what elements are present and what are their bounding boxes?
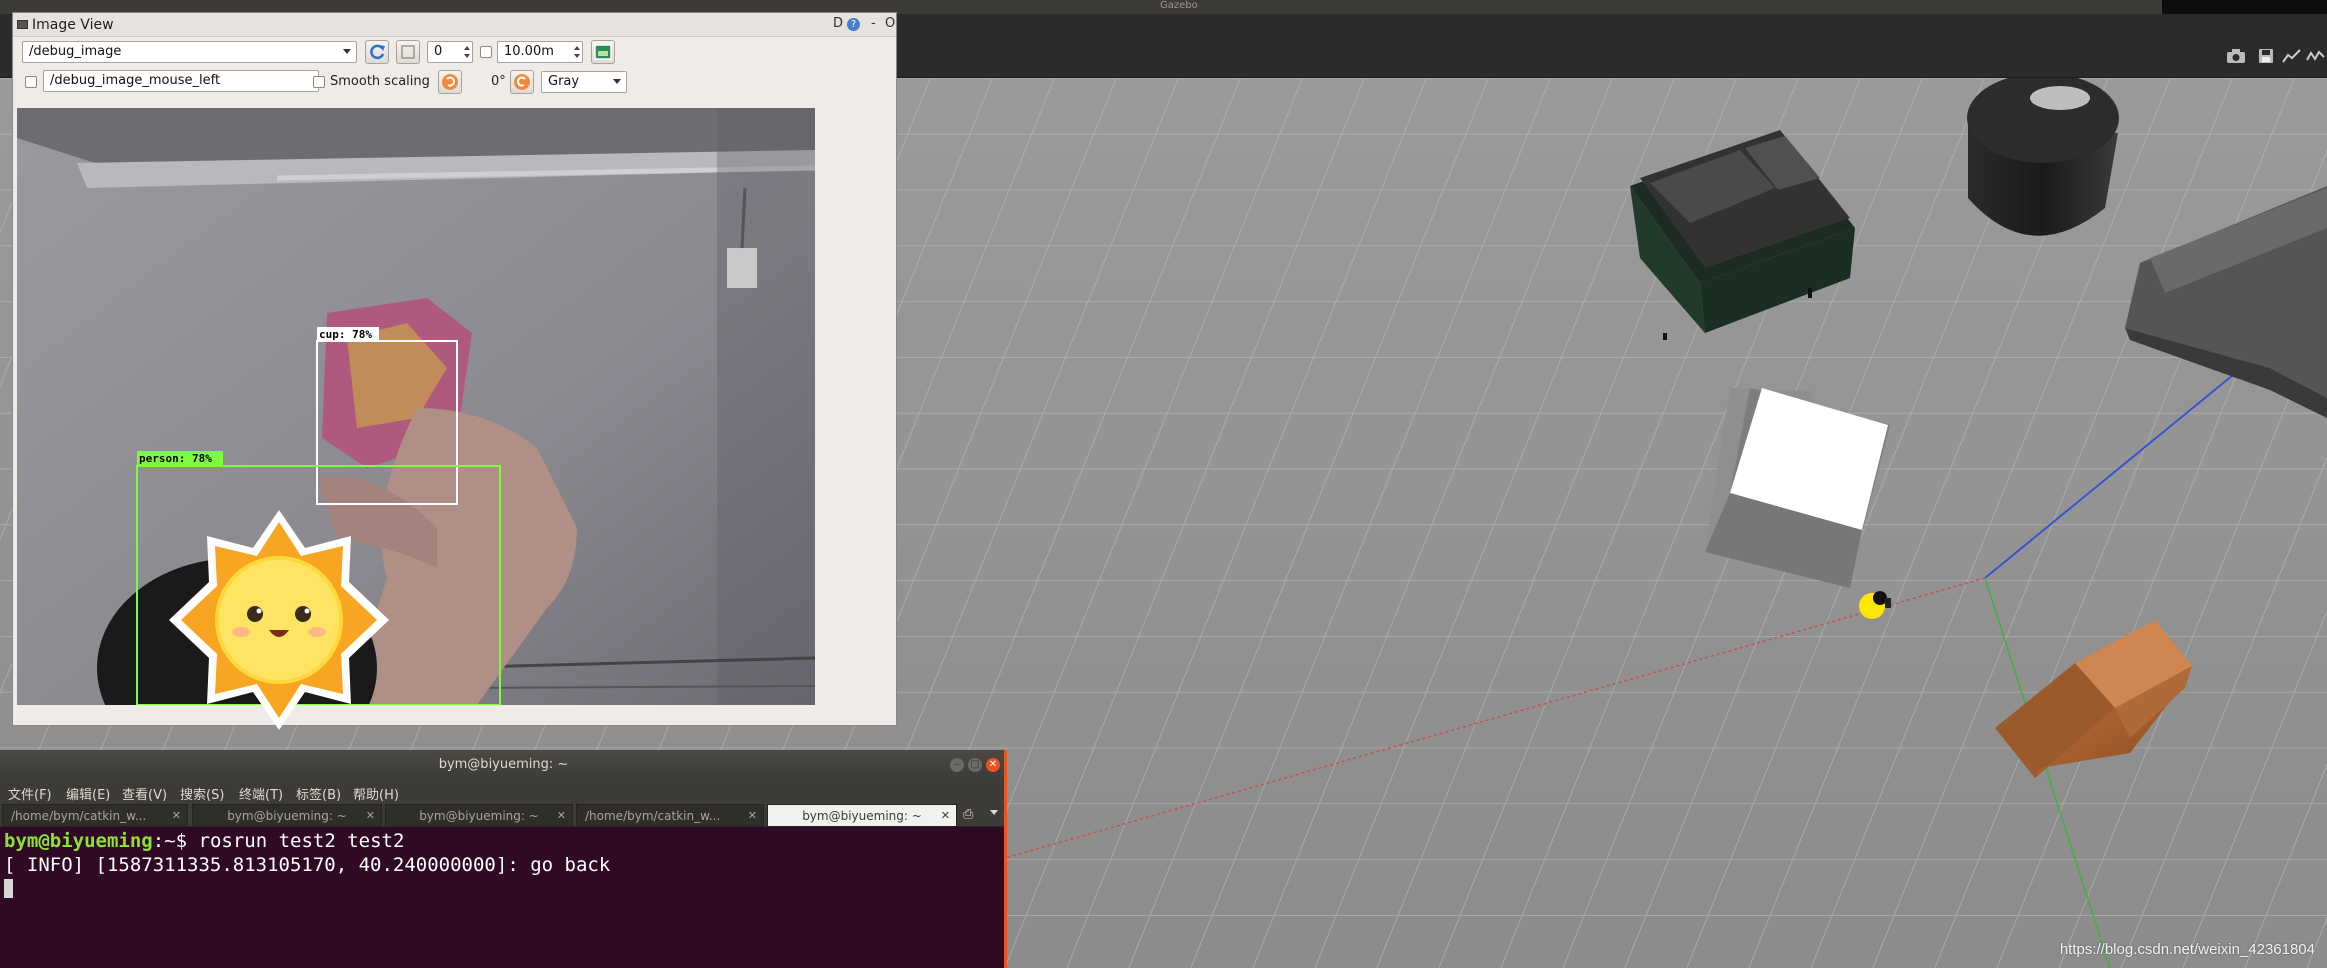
- distance-checkbox[interactable]: [480, 46, 492, 58]
- distance-spinbox[interactable]: 10.00m: [497, 41, 583, 63]
- rotate-right-icon: [514, 74, 530, 90]
- color-scheme-value: Gray: [548, 74, 580, 89]
- menu-search[interactable]: 搜索(S): [180, 784, 224, 803]
- new-tab-icon[interactable]: ⎙: [963, 807, 973, 822]
- prompt-symbol: $: [175, 830, 199, 852]
- minimize-button[interactable]: -: [871, 16, 876, 31]
- terminal-line-output: [ INFO] [1587311335.813105170, 40.240000…: [4, 854, 611, 876]
- detection-label-cup: cup: 78%: [319, 328, 372, 341]
- menu-file[interactable]: 文件(F): [8, 784, 52, 803]
- sun-sticker-icon: [169, 510, 389, 730]
- terminal-tab[interactable]: bym@biyueming: ~ ✕: [192, 804, 382, 827]
- prompt-path: :~: [152, 830, 176, 852]
- tab-label: bym@biyueming: ~: [227, 809, 347, 823]
- smooth-scaling-checkbox[interactable]: [313, 76, 325, 88]
- rotate-left-button[interactable]: [438, 70, 462, 94]
- save-image-icon: [401, 45, 415, 59]
- terminal-window: bym@biyueming: ~ – □ ✕ 文件(F) 编辑(E) 查看(V)…: [0, 750, 1007, 968]
- number-spinbox[interactable]: 0: [427, 41, 473, 63]
- color-scheme-select[interactable]: Gray: [541, 71, 627, 93]
- mouse-topic-checkbox[interactable]: [25, 76, 37, 88]
- spin-up-icon[interactable]: [464, 46, 470, 50]
- number-spinbox-value: 0: [434, 44, 443, 59]
- help-icon[interactable]: ?: [847, 18, 860, 31]
- plot-icon[interactable]: [2305, 48, 2327, 66]
- image-view-titlebar[interactable]: Image View D ? - O: [13, 13, 896, 37]
- rotate-right-button[interactable]: [510, 70, 534, 94]
- command-text: rosrun test2 test2: [198, 830, 405, 852]
- terminal-tab[interactable]: /home/bym/catkin_w... ✕: [576, 804, 764, 827]
- tab-label: /home/bym/catkin_w...: [11, 809, 147, 823]
- terminal-menubar: 文件(F) 编辑(E) 查看(V) 搜索(S) 终端(T) 标签(B) 帮助(H…: [0, 780, 1007, 803]
- window-icon: [17, 20, 28, 29]
- menu-help[interactable]: 帮助(H): [353, 784, 399, 803]
- terminal-tab-active[interactable]: bym@biyueming: ~ ✕: [767, 804, 957, 827]
- detection-label-person: person: 78%: [139, 452, 212, 465]
- close-icon[interactable]: ✕: [172, 809, 181, 823]
- camera-icon[interactable]: [2225, 48, 2247, 66]
- prompt-user: bym@biyueming: [4, 830, 153, 852]
- chevron-down-icon: [343, 49, 351, 54]
- mouse-topic-value: /debug_image_mouse_left: [50, 73, 221, 88]
- terminal-titlebar[interactable]: bym@biyueming: ~ – □ ✕: [0, 750, 1007, 780]
- color-palette-button[interactable]: [591, 40, 615, 64]
- close-icon[interactable]: ✕: [366, 809, 375, 823]
- terminal-output[interactable]: bym@biyueming:~$ rosrun test2 test2 [ IN…: [0, 827, 1007, 968]
- watermark-url: https://blog.csdn.net/weixin_42361804: [2059, 941, 2315, 958]
- terminal-tabbar: /home/bym/catkin_w... ✕ bym@biyueming: ~ ✕…: [0, 802, 1007, 827]
- close-icon[interactable]: ✕: [557, 809, 566, 823]
- gazebo-window-title: Gazebo: [1160, 0, 1198, 11]
- camera-frame: cup: 78% person: 78%: [17, 108, 815, 705]
- terminal-title: bym@biyueming: ~: [438, 757, 569, 772]
- tab-label: bym@biyueming: ~: [802, 809, 922, 823]
- topic-select[interactable]: /debug_image: [22, 41, 357, 63]
- topic-select-value: /debug_image: [29, 44, 122, 59]
- close-icon[interactable]: ✕: [986, 758, 1000, 772]
- minimize-icon[interactable]: –: [950, 758, 964, 772]
- maximize-icon[interactable]: □: [968, 758, 982, 772]
- image-icon: [594, 44, 612, 60]
- menu-terminal[interactable]: 终端(T): [239, 784, 283, 803]
- rotation-label: 0°: [491, 74, 506, 89]
- terminal-line-cursor: [4, 877, 1003, 901]
- desktop: Gazebo https://blog.csdn.net/weixin_4236…: [0, 0, 2327, 968]
- window-title: Image View: [32, 17, 114, 33]
- tab-menu-chevron-icon[interactable]: [990, 810, 998, 815]
- distance-value: 10.00m: [504, 44, 554, 59]
- terminal-tab[interactable]: bym@biyueming: ~ ✕: [385, 804, 573, 827]
- refresh-icon: [370, 44, 385, 60]
- close-icon[interactable]: ✕: [941, 809, 950, 823]
- mouse-topic-input[interactable]: /debug_image_mouse_left: [43, 70, 319, 92]
- terminal-scrollbar[interactable]: [1004, 750, 1007, 968]
- save-image-button[interactable]: [396, 40, 420, 64]
- close-icon[interactable]: ✕: [748, 809, 757, 823]
- chart-icon[interactable]: [2281, 48, 2303, 66]
- terminal-tab[interactable]: /home/bym/catkin_w... ✕: [2, 804, 188, 827]
- menu-edit[interactable]: 编辑(E): [66, 784, 110, 803]
- tab-label: bym@biyueming: ~: [419, 809, 539, 823]
- menu-tabs[interactable]: 标签(B): [296, 784, 341, 803]
- close-float-button[interactable]: O: [885, 16, 895, 31]
- smooth-scaling-label: Smooth scaling: [330, 74, 430, 89]
- rotate-left-icon: [442, 74, 458, 90]
- text-cursor: [4, 879, 13, 898]
- save-icon[interactable]: [2255, 48, 2277, 66]
- image-view-window: Image View D ? - O /debug_image 0 10.00m: [12, 12, 897, 730]
- spin-down-icon[interactable]: [464, 54, 470, 58]
- chevron-down-icon: [613, 79, 621, 84]
- cylinder-model[interactable]: [1967, 78, 2119, 236]
- terminal-line-command: bym@biyueming:~$ rosrun test2 test2: [4, 829, 1003, 853]
- spin-up-icon[interactable]: [574, 46, 580, 50]
- spin-down-icon[interactable]: [574, 54, 580, 58]
- tab-label: /home/bym/catkin_w...: [585, 809, 721, 823]
- refresh-button[interactable]: [365, 40, 389, 64]
- camera-image[interactable]: cup: 78% person: 78%: [17, 108, 815, 705]
- menu-view[interactable]: 查看(V): [122, 784, 167, 803]
- dock-d-button[interactable]: D: [833, 16, 843, 31]
